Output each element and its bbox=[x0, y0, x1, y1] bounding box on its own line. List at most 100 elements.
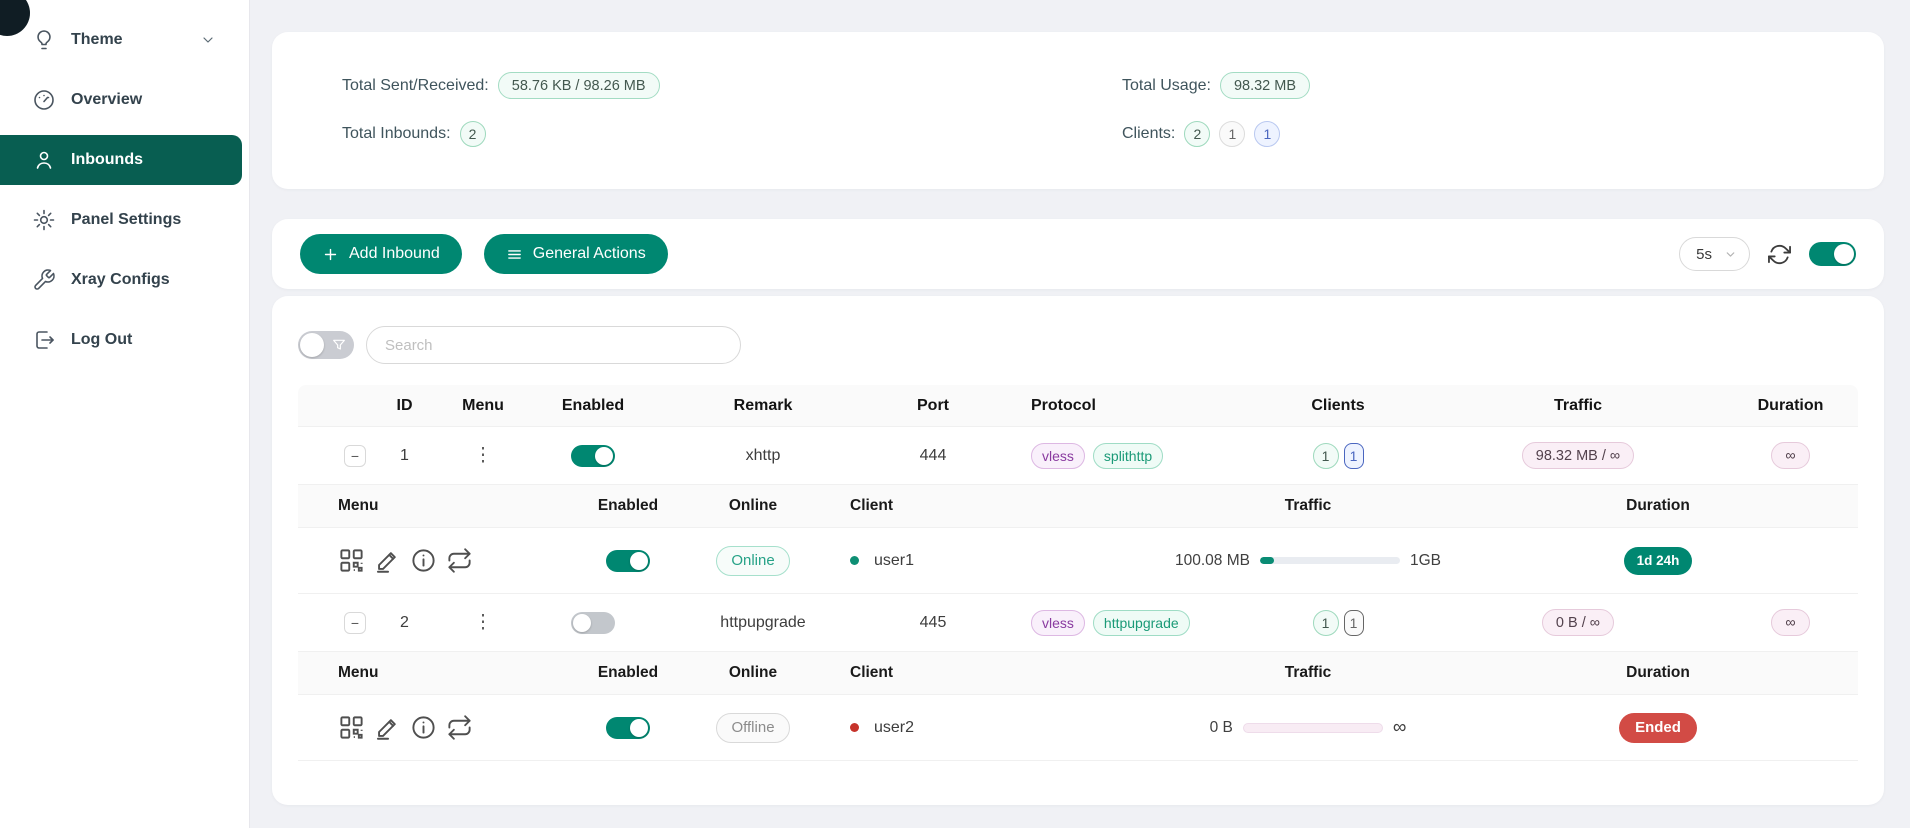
refresh-interval-value: 5s bbox=[1696, 246, 1712, 263]
stats-card: Total Sent/Received: 58.76 KB / 98.26 MB… bbox=[272, 32, 1884, 189]
inbound-enabled-toggle[interactable] bbox=[571, 445, 615, 467]
refresh-button[interactable] bbox=[1768, 243, 1791, 266]
client-enabled-toggle[interactable] bbox=[606, 717, 650, 739]
collapse-row-button[interactable]: − bbox=[344, 612, 366, 634]
client-name: user2 bbox=[874, 719, 914, 737]
client-table-header: Menu Enabled Online Client Traffic Durat… bbox=[298, 485, 1858, 528]
subheader-duration: Duration bbox=[1558, 664, 1758, 682]
traffic-total: 1GB bbox=[1410, 552, 1441, 570]
sidebar-item-label: Panel Settings bbox=[71, 211, 181, 229]
sidebar-item-overview[interactable]: Overview bbox=[0, 75, 242, 125]
subheader-traffic: Traffic bbox=[1138, 664, 1478, 682]
table-header-row: ID Menu Enabled Remark Port Protocol Cli… bbox=[298, 385, 1858, 427]
client-status-dot bbox=[850, 723, 859, 732]
inbound-port: 444 bbox=[863, 447, 1003, 465]
reset-traffic-button[interactable] bbox=[446, 714, 473, 741]
info-button[interactable] bbox=[410, 547, 437, 574]
duration-badge: 1d 24h bbox=[1624, 547, 1693, 575]
inbound-enabled-toggle[interactable] bbox=[571, 612, 615, 634]
sidebar-item-label: Xray Configs bbox=[71, 271, 170, 289]
add-inbound-label: Add Inbound bbox=[349, 245, 440, 263]
header-remark: Remark bbox=[663, 397, 863, 415]
sidebar-item-inbounds[interactable]: Inbounds bbox=[0, 135, 242, 185]
minus-icon: − bbox=[351, 616, 359, 630]
info-button[interactable] bbox=[410, 714, 437, 741]
gauge-icon bbox=[32, 88, 56, 112]
funnel-icon bbox=[331, 337, 347, 353]
row-menu-button[interactable]: ⋮ bbox=[466, 442, 501, 469]
sidebar-item-label: Overview bbox=[71, 91, 142, 109]
filter-toggle[interactable] bbox=[298, 331, 354, 359]
client-status-dot bbox=[850, 556, 859, 565]
header-protocol: Protocol bbox=[1003, 397, 1243, 415]
sidebar-item-label: Log Out bbox=[71, 331, 132, 349]
inbound-port: 445 bbox=[863, 614, 1003, 632]
total-usage-value: 98.32 MB bbox=[1220, 72, 1310, 99]
header-duration: Duration bbox=[1723, 397, 1858, 415]
minus-icon: − bbox=[351, 449, 359, 463]
duration-badge: Ended bbox=[1619, 713, 1697, 743]
stat-label: Total Usage: bbox=[1122, 77, 1211, 95]
search-row bbox=[298, 296, 1858, 364]
stat-total-sent-received: Total Sent/Received: 58.76 KB / 98.26 MB bbox=[342, 72, 1122, 99]
add-inbound-button[interactable]: Add Inbound bbox=[300, 234, 462, 274]
auto-refresh-toggle[interactable] bbox=[1809, 242, 1856, 266]
qrcode-button[interactable] bbox=[338, 714, 365, 741]
traffic-tag: 0 B / ∞ bbox=[1542, 609, 1614, 636]
online-status-pill: Offline bbox=[716, 713, 789, 743]
inbounds-card: ID Menu Enabled Remark Port Protocol Cli… bbox=[272, 296, 1884, 805]
stat-label: Total Inbounds: bbox=[342, 125, 451, 143]
collapse-row-button[interactable]: − bbox=[344, 445, 366, 467]
plus-icon bbox=[322, 246, 339, 263]
subheader-duration: Duration bbox=[1558, 497, 1758, 515]
header-port: Port bbox=[863, 397, 1003, 415]
subheader-client: Client bbox=[808, 664, 1038, 682]
inbound-remark: httpupgrade bbox=[663, 614, 863, 632]
chevron-down-icon bbox=[1724, 248, 1737, 261]
duration-tag: ∞ bbox=[1771, 442, 1809, 469]
client-count-badge: 1 bbox=[1313, 443, 1339, 469]
wrench-icon bbox=[32, 268, 56, 292]
client-enabled-toggle[interactable] bbox=[606, 550, 650, 572]
client-row-user1: Online user1 100.08 MB 1GB 1d 24h bbox=[298, 528, 1858, 594]
stat-clients: Clients: 2 1 1 bbox=[1122, 120, 1884, 147]
inbounds-table: ID Menu Enabled Remark Port Protocol Cli… bbox=[298, 385, 1858, 761]
total-inbounds-value: 2 bbox=[460, 121, 486, 147]
traffic-progress-bar bbox=[1243, 723, 1383, 733]
sidebar-item-theme[interactable]: Theme bbox=[0, 15, 242, 65]
row-menu-button[interactable]: ⋮ bbox=[466, 609, 501, 636]
client-deactivated-badge: 1 bbox=[1344, 610, 1364, 636]
search-input[interactable] bbox=[366, 326, 741, 364]
chevron-down-icon bbox=[200, 32, 216, 48]
gear-icon bbox=[32, 208, 56, 232]
general-actions-label: General Actions bbox=[533, 245, 646, 263]
traffic-used: 0 B bbox=[1210, 719, 1233, 737]
traffic-total: ∞ bbox=[1393, 717, 1407, 739]
refresh-interval-select[interactable]: 5s bbox=[1679, 237, 1750, 271]
general-actions-button[interactable]: General Actions bbox=[484, 234, 668, 274]
logout-icon bbox=[32, 328, 56, 352]
traffic-tag: 98.32 MB / ∞ bbox=[1522, 442, 1635, 469]
sidebar: Theme Overview Inbounds Panel Settings X… bbox=[0, 0, 250, 828]
sidebar-item-xray-configs[interactable]: Xray Configs bbox=[0, 255, 242, 305]
subheader-online: Online bbox=[698, 664, 808, 682]
inbound-row-1: − 1 ⋮ xhttp 444 vless splithttp 1 1 98.3… bbox=[298, 427, 1858, 485]
transport-tag: httpupgrade bbox=[1093, 610, 1190, 636]
transport-tag: splithttp bbox=[1093, 443, 1163, 469]
protocol-tag: vless bbox=[1031, 610, 1085, 636]
stat-total-inbounds: Total Inbounds: 2 bbox=[342, 120, 1122, 147]
sidebar-item-panel-settings[interactable]: Panel Settings bbox=[0, 195, 242, 245]
stat-label: Clients: bbox=[1122, 125, 1175, 143]
reset-traffic-button[interactable] bbox=[446, 547, 473, 574]
subheader-online: Online bbox=[698, 497, 808, 515]
toolbar: Add Inbound General Actions 5s bbox=[272, 219, 1884, 289]
qrcode-button[interactable] bbox=[338, 547, 365, 574]
client-name: user1 bbox=[874, 552, 914, 570]
edit-button[interactable] bbox=[374, 547, 401, 574]
subheader-menu: Menu bbox=[338, 497, 558, 515]
header-clients: Clients bbox=[1243, 397, 1433, 415]
sidebar-item-log-out[interactable]: Log Out bbox=[0, 315, 242, 365]
bulb-icon bbox=[32, 28, 56, 52]
clients-count-total: 2 bbox=[1184, 121, 1210, 147]
edit-button[interactable] bbox=[374, 714, 401, 741]
